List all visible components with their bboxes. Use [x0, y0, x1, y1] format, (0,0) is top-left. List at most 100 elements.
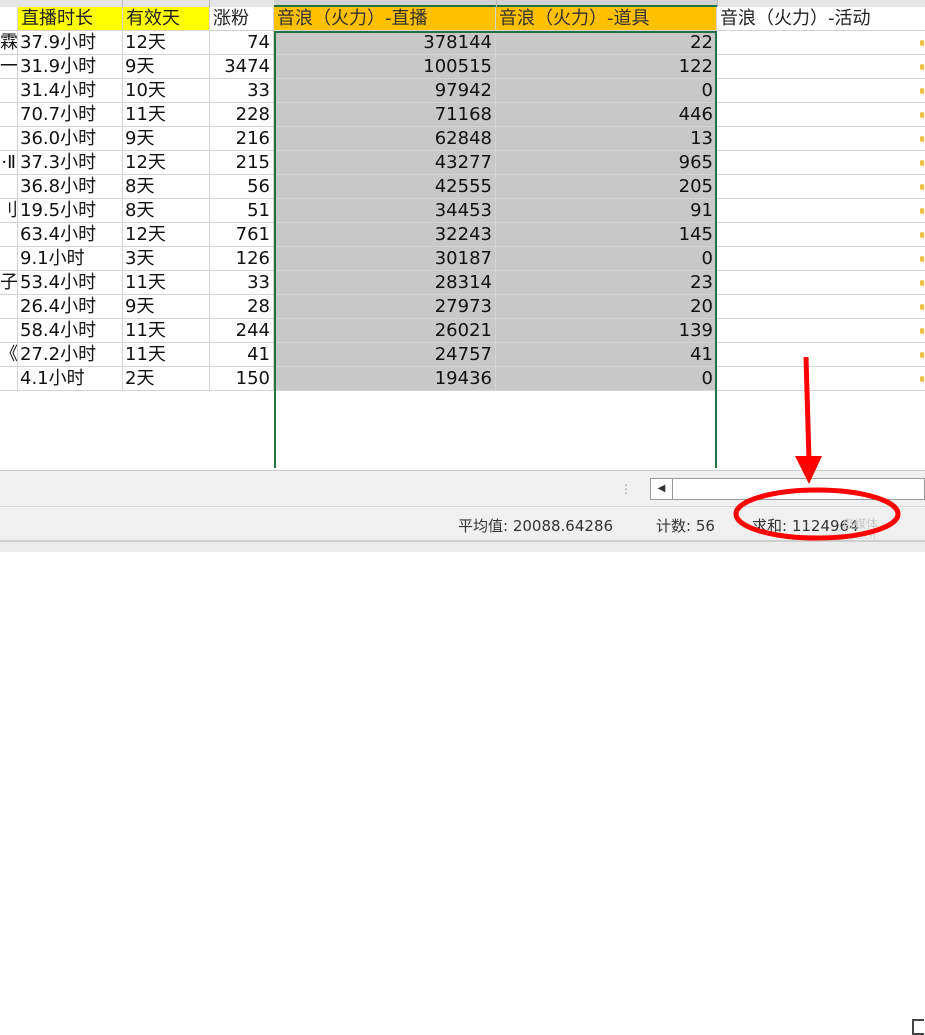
wave-event-cell[interactable] [717, 319, 925, 343]
wave-props-cell[interactable]: 0 [496, 79, 717, 103]
clipped-name-cell[interactable]: 子 [0, 271, 18, 295]
fans-cell[interactable]: 3474 [210, 55, 274, 79]
wave-event-cell[interactable] [717, 271, 925, 295]
clipped-name-cell[interactable] [0, 319, 18, 343]
duration-cell[interactable]: 27.2小时 [18, 343, 123, 367]
wave-event-cell[interactable] [717, 31, 925, 55]
wave-live-cell[interactable]: 28314 [274, 271, 496, 295]
duration-cell[interactable]: 53.4小时 [18, 271, 123, 295]
fans-cell[interactable]: 33 [210, 271, 274, 295]
wave-live-cell[interactable]: 43277 [274, 151, 496, 175]
duration-cell[interactable]: 70.7小时 [18, 103, 123, 127]
duration-cell[interactable]: 58.4小时 [18, 319, 123, 343]
duration-cell[interactable]: 37.3小时 [18, 151, 123, 175]
valid-days-cell[interactable]: 3天 [123, 247, 210, 271]
duration-cell[interactable]: 37.9小时 [18, 31, 123, 55]
valid-days-cell[interactable]: 8天 [123, 175, 210, 199]
duration-cell[interactable]: 31.4小时 [18, 79, 123, 103]
valid-days-cell[interactable]: 11天 [123, 319, 210, 343]
duration-cell[interactable]: 9.1小时 [18, 247, 123, 271]
header-fans[interactable]: 涨粉 [210, 7, 274, 31]
wave-event-cell[interactable] [717, 199, 925, 223]
valid-days-cell[interactable]: 10天 [123, 79, 210, 103]
valid-days-cell[interactable]: 12天 [123, 31, 210, 55]
scroll-left-arrow-icon[interactable]: ◀ [651, 479, 673, 499]
wave-live-cell[interactable]: 97942 [274, 79, 496, 103]
wave-live-cell[interactable]: 62848 [274, 127, 496, 151]
wave-props-cell[interactable]: 22 [496, 31, 717, 55]
valid-days-cell[interactable]: 12天 [123, 151, 210, 175]
wave-props-cell[interactable]: 13 [496, 127, 717, 151]
fans-cell[interactable]: 216 [210, 127, 274, 151]
clipped-name-cell[interactable] [0, 103, 18, 127]
header-cell-clipped[interactable] [0, 7, 18, 31]
spreadsheet-grid[interactable]: 直播时长 有效天 涨粉 音浪（火力）-直播 音浪（火力）-道具 音浪（火力）-活… [0, 0, 925, 470]
wave-event-cell[interactable] [717, 223, 925, 247]
fans-cell[interactable]: 41 [210, 343, 274, 367]
clipped-name-cell[interactable]: 刂 [0, 199, 18, 223]
valid-days-cell[interactable]: 9天 [123, 295, 210, 319]
duration-cell[interactable]: 19.5小时 [18, 199, 123, 223]
wave-live-cell[interactable]: 26021 [274, 319, 496, 343]
valid-days-cell[interactable]: 11天 [123, 103, 210, 127]
wave-event-cell[interactable] [717, 127, 925, 151]
status-count[interactable]: 计数: 56 [656, 515, 715, 536]
status-average[interactable]: 平均值: 20088.64286 [458, 515, 613, 536]
clipped-name-cell[interactable]: 《 [0, 343, 18, 367]
wave-props-cell[interactable]: 205 [496, 175, 717, 199]
clipped-name-cell[interactable] [0, 295, 18, 319]
wave-live-cell[interactable]: 30187 [274, 247, 496, 271]
wave-event-cell[interactable] [717, 79, 925, 103]
wave-event-cell[interactable] [717, 151, 925, 175]
duration-cell[interactable]: 31.9小时 [18, 55, 123, 79]
valid-days-cell[interactable]: 11天 [123, 271, 210, 295]
duration-cell[interactable]: 36.0小时 [18, 127, 123, 151]
wave-event-cell[interactable] [717, 343, 925, 367]
fans-cell[interactable]: 150 [210, 367, 274, 391]
wave-props-cell[interactable]: 0 [496, 367, 717, 391]
wave-props-cell[interactable]: 965 [496, 151, 717, 175]
fans-cell[interactable]: 56 [210, 175, 274, 199]
wave-live-cell[interactable]: 100515 [274, 55, 496, 79]
wave-event-cell[interactable] [717, 367, 925, 391]
clipped-name-cell[interactable] [0, 223, 18, 247]
fans-cell[interactable]: 74 [210, 31, 274, 55]
clipped-name-cell[interactable]: ·Ⅱ [0, 151, 18, 175]
valid-days-cell[interactable]: 2天 [123, 367, 210, 391]
duration-cell[interactable]: 26.4小时 [18, 295, 123, 319]
valid-days-cell[interactable]: 12天 [123, 223, 210, 247]
clipped-name-cell[interactable] [0, 247, 18, 271]
clipped-name-cell[interactable] [0, 79, 18, 103]
wave-live-cell[interactable]: 378144 [274, 31, 496, 55]
fans-cell[interactable]: 51 [210, 199, 274, 223]
wave-props-cell[interactable]: 139 [496, 319, 717, 343]
split-grip-icon[interactable]: ⋮ [620, 479, 632, 499]
duration-cell[interactable]: 63.4小时 [18, 223, 123, 247]
wave-event-cell[interactable] [717, 103, 925, 127]
valid-days-cell[interactable]: 11天 [123, 343, 210, 367]
valid-days-cell[interactable]: 9天 [123, 127, 210, 151]
clipped-name-cell[interactable]: 霖 [0, 31, 18, 55]
wave-live-cell[interactable]: 34453 [274, 199, 496, 223]
clipped-name-cell[interactable]: 一 [0, 55, 18, 79]
fans-cell[interactable]: 126 [210, 247, 274, 271]
wave-props-cell[interactable]: 122 [496, 55, 717, 79]
clipped-name-cell[interactable] [0, 127, 18, 151]
header-wave-live[interactable]: 音浪（火力）-直播 [274, 7, 496, 31]
fans-cell[interactable]: 761 [210, 223, 274, 247]
wave-event-cell[interactable] [717, 247, 925, 271]
wave-live-cell[interactable]: 32243 [274, 223, 496, 247]
duration-cell[interactable]: 36.8小时 [18, 175, 123, 199]
wave-event-cell[interactable] [717, 295, 925, 319]
header-wave-event[interactable]: 音浪（火力）-活动 [717, 7, 925, 31]
fans-cell[interactable]: 215 [210, 151, 274, 175]
wave-event-cell[interactable] [717, 55, 925, 79]
wave-live-cell[interactable]: 19436 [274, 367, 496, 391]
wave-props-cell[interactable]: 41 [496, 343, 717, 367]
wave-live-cell[interactable]: 27973 [274, 295, 496, 319]
horizontal-scrollbar[interactable]: ◀ [650, 478, 925, 500]
header-wave-props[interactable]: 音浪（火力）-道具 [496, 7, 717, 31]
wave-event-cell[interactable] [717, 175, 925, 199]
wave-live-cell[interactable]: 24757 [274, 343, 496, 367]
wave-props-cell[interactable]: 23 [496, 271, 717, 295]
